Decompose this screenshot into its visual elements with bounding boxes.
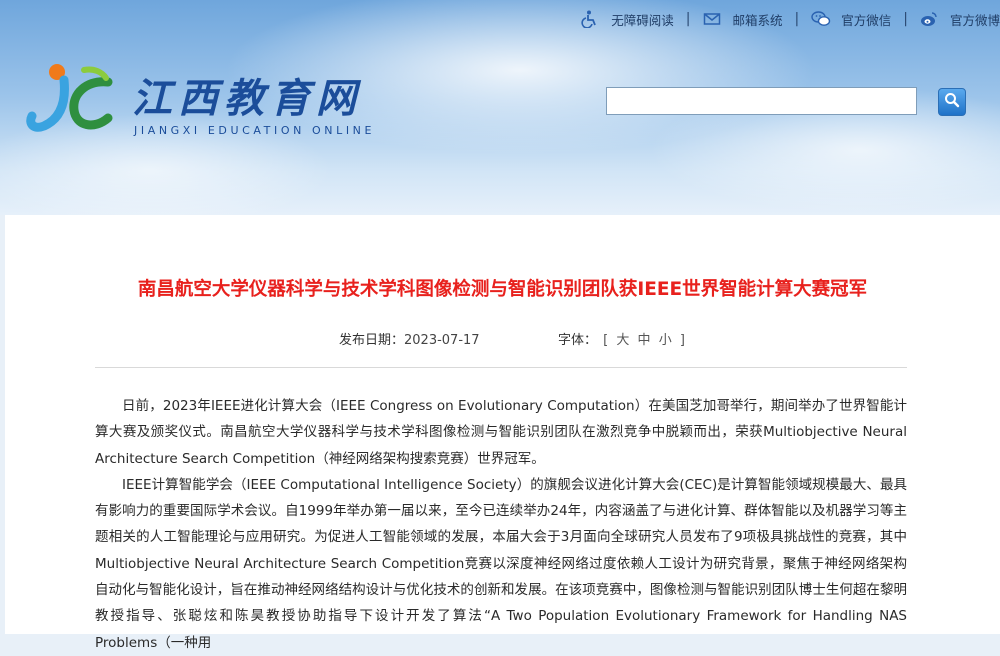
font-size-medium-button[interactable]: 中 — [638, 333, 651, 348]
email-link[interactable]: 邮箱系统 — [691, 10, 795, 29]
article-title: 南昌航空大学仪器科学与技术学科图像检测与智能识别团队获IEEE世界智能计算大赛冠… — [137, 279, 868, 300]
font-bracket-close: ] — [679, 333, 685, 348]
weibo-label: 官方微博 — [949, 12, 1000, 28]
site-header: 无障碍阅读 | 邮箱系统 | 官方微信 | 官方微博 江西教育网 JIANGXI… — [0, 0, 1000, 215]
site-name-cn: 江西教育网 — [132, 75, 362, 122]
search-input[interactable] — [606, 87, 917, 115]
weibo-icon — [920, 10, 938, 28]
search-button[interactable] — [938, 88, 966, 116]
font-size-label: 字体： — [558, 333, 598, 348]
accessibility-label: 无障碍阅读 — [611, 12, 674, 28]
publish-date: 发布日期：2023-07-17 — [339, 329, 480, 348]
wheelchair-icon — [581, 10, 599, 29]
article-paragraph: 日前，2023年IEEE进化计算大会（IEEE Congress on Evol… — [95, 398, 907, 467]
weibo-link[interactable]: 官方微博 — [908, 10, 1000, 29]
article-container: 南昌航空大学仪器科学与技术学科图像检测与智能识别团队获IEEE世界智能计算大赛冠… — [5, 215, 1000, 651]
top-utility-bar: 无障碍阅读 | 邮箱系统 | 官方微信 | 官方微博 — [569, 6, 1000, 32]
publish-date-value: 2023-07-17 — [404, 333, 480, 348]
site-logo-mark[interactable] — [24, 60, 114, 140]
article-body: 日前，2023年IEEE进化计算大会（IEEE Congress on Evol… — [95, 393, 907, 656]
wechat-icon — [811, 10, 831, 28]
font-size-large-button[interactable]: 大 — [616, 333, 629, 348]
mail-icon — [703, 10, 721, 28]
title-divider — [95, 367, 907, 368]
font-size-control: 字体： [ 大 中 小 ] — [558, 329, 687, 348]
accessibility-link[interactable]: 无障碍阅读 — [569, 10, 686, 29]
publish-date-label: 发布日期： — [339, 333, 405, 348]
search-icon — [944, 92, 960, 112]
site-name-en: JIANGXI EDUCATION ONLINE — [134, 124, 376, 137]
email-label: 邮箱系统 — [732, 12, 783, 28]
wechat-link[interactable]: 官方微信 — [799, 10, 903, 29]
wechat-label: 官方微信 — [841, 12, 892, 28]
font-size-small-button[interactable]: 小 — [659, 333, 672, 348]
font-bracket-open: [ — [603, 333, 609, 348]
article-paragraph: IEEE计算智能学会（IEEE Computational Intelligen… — [95, 476, 907, 651]
